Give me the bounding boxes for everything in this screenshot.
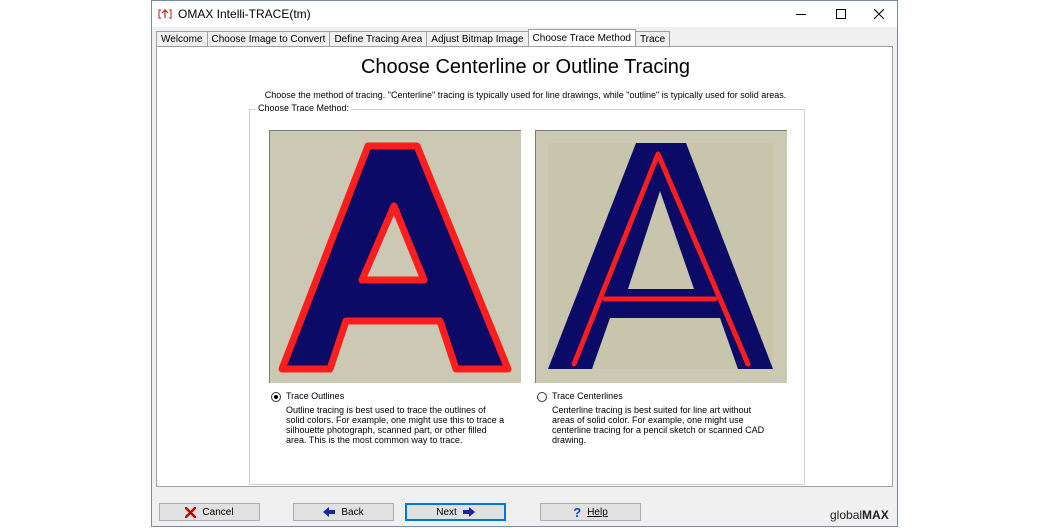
outline-preview-image[interactable] xyxy=(269,130,521,383)
maximize-icon xyxy=(836,9,846,19)
trace-centerlines-description: Centerline tracing is best suited for li… xyxy=(552,405,765,445)
close-button[interactable] xyxy=(860,1,898,27)
radio-selected-dot xyxy=(274,395,278,399)
cancel-x-icon xyxy=(185,506,197,518)
trace-centerlines-radio[interactable] xyxy=(537,392,547,402)
help-question-icon: ? xyxy=(573,504,582,520)
trace-outlines-radio[interactable] xyxy=(271,392,281,402)
title-bar: OMAX Intelli-TRACE(tm) xyxy=(152,1,897,27)
cancel-label: Cancel xyxy=(202,506,234,518)
tab-strip: Welcome Choose Image to Convert Define T… xyxy=(156,29,671,47)
group-label: Choose Trace Method: xyxy=(256,103,352,113)
centerline-preview-image[interactable] xyxy=(535,130,787,383)
next-button[interactable]: Next xyxy=(405,503,506,521)
globalmax-logo: globalMAX xyxy=(830,508,889,522)
back-label: Back xyxy=(341,506,364,518)
centerline-trace-illustration xyxy=(536,131,787,383)
window-title: OMAX Intelli-TRACE(tm) xyxy=(178,7,311,21)
close-icon xyxy=(874,9,884,19)
omax-app-icon xyxy=(158,9,172,19)
tab-trace-method[interactable]: Choose Trace Method xyxy=(527,29,636,46)
trace-centerlines-label: Trace Centerlines xyxy=(552,391,623,401)
tab-choose-image[interactable]: Choose Image to Convert xyxy=(206,31,331,46)
help-label: Help xyxy=(587,506,608,518)
tab-trace[interactable]: Trace xyxy=(634,31,671,46)
page-description: Choose the method of tracing. "Centerlin… xyxy=(264,90,787,100)
cancel-button[interactable]: Cancel xyxy=(159,503,260,521)
back-button[interactable]: Back xyxy=(293,503,394,521)
outline-trace-illustration xyxy=(270,131,521,383)
page-title: Choose Centerline or Outline Tracing xyxy=(360,56,691,78)
app-window: OMAX Intelli-TRACE(tm) Welcome Choose Im… xyxy=(151,0,898,527)
tab-define-area[interactable]: Define Tracing Area xyxy=(329,31,428,46)
minimize-icon xyxy=(796,14,806,15)
trace-method-group: Choose Trace Method: Trace Outlines Outl… xyxy=(249,103,805,485)
next-label: Next xyxy=(436,506,457,518)
tab-adjust-bitmap[interactable]: Adjust Bitmap Image xyxy=(426,31,529,46)
help-button[interactable]: ? Help xyxy=(540,503,641,521)
back-arrow-icon xyxy=(323,507,336,517)
trace-outlines-description: Outline tracing is best used to trace th… xyxy=(286,405,505,445)
trace-outlines-label: Trace Outlines xyxy=(286,391,345,401)
minimize-button[interactable] xyxy=(782,1,820,27)
tab-page: Choose Centerline or Outline Tracing Cho… xyxy=(156,46,893,487)
tab-welcome[interactable]: Welcome xyxy=(156,31,208,46)
next-arrow-icon xyxy=(462,507,475,517)
maximize-button[interactable] xyxy=(822,1,860,27)
